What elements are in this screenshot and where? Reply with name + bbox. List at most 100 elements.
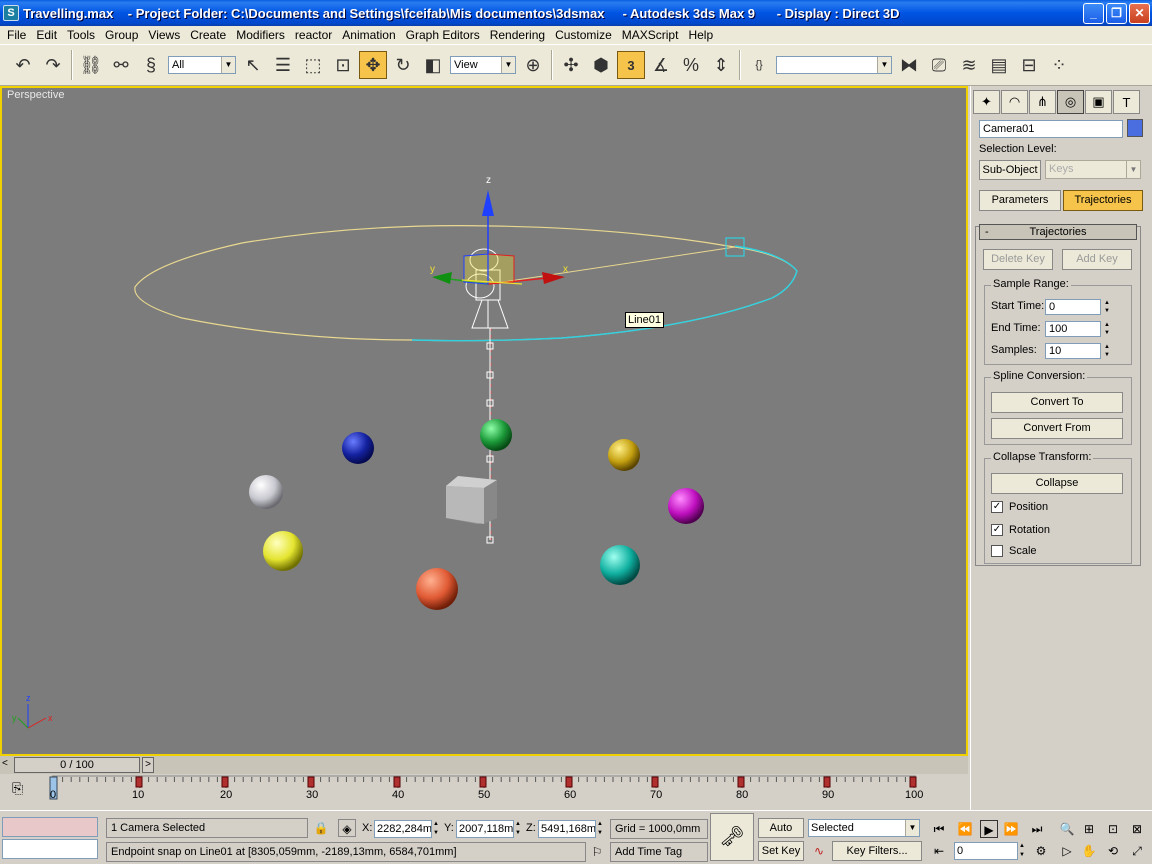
reference-coord-combo[interactable]: View ▼ [450, 56, 516, 74]
x-coord-field[interactable]: 2282,284mm [374, 820, 432, 838]
end-time-spinner-icon[interactable]: ▲ ▼ [1102, 321, 1112, 337]
unlink-icon[interactable]: ⚯ [107, 51, 135, 79]
chevron-down-icon[interactable]: ▼ [1126, 161, 1140, 178]
redo-icon[interactable]: ↷ [39, 51, 67, 79]
trajectories-button[interactable]: Trajectories [1063, 190, 1143, 211]
perspective-viewport[interactable]: Perspective z x y z x y Line01 [0, 86, 968, 756]
menu-create[interactable]: Create [185, 26, 231, 44]
z-spinner-icon[interactable]: ▲ ▼ [596, 820, 604, 838]
select-by-name-icon[interactable]: ☰ [269, 51, 297, 79]
trajectories-rollout-header[interactable]: - Trajectories [979, 224, 1137, 240]
edit-named-selection-icon[interactable]: {} [745, 51, 773, 79]
arc-rotate-icon[interactable]: ⟲ [1104, 842, 1122, 860]
go-to-start-icon[interactable]: ⏮ [930, 820, 948, 838]
y-spinner-icon[interactable]: ▲ ▼ [514, 820, 522, 838]
maxscript-listener-mini[interactable] [2, 817, 98, 837]
samples-spinner-icon[interactable]: ▲ ▼ [1102, 343, 1112, 359]
track-bar[interactable]: ⎘ 0 10 20 30 40 50 60 70 80 90 100 [0, 774, 968, 806]
snap-toggle-icon[interactable]: 3 [617, 51, 645, 79]
selection-filter-combo[interactable]: All ▼ [168, 56, 236, 74]
key-filters-button[interactable]: Key Filters... [832, 841, 922, 861]
pivot-point-icon[interactable]: ⊕ [519, 51, 547, 79]
x-spinner-icon[interactable]: ▲ ▼ [432, 820, 440, 838]
add-time-tag-button[interactable]: Add Time Tag [610, 842, 708, 862]
set-key-icon[interactable]: 🗝 [710, 813, 754, 861]
menu-file[interactable]: File [2, 26, 31, 44]
time-tag-icon[interactable]: ⚐ [588, 843, 606, 861]
time-slider-next[interactable]: > [142, 757, 154, 773]
schematic-view-icon[interactable]: ⊟ [1015, 51, 1043, 79]
undo-icon[interactable]: ↶ [9, 51, 37, 79]
absolute-mode-icon[interactable]: ◈ [338, 819, 356, 837]
keyboard-shortcut-override-icon[interactable]: ⬢ [587, 51, 615, 79]
key-mode-combo[interactable]: Selected ▼ [808, 819, 920, 837]
chevron-down-icon[interactable]: ▼ [221, 57, 235, 73]
align-icon[interactable]: ⎚ [925, 51, 953, 79]
delete-key-button[interactable]: Delete Key [983, 249, 1053, 270]
maxscript-input-mini[interactable] [2, 839, 98, 859]
scale-checkbox[interactable] [991, 545, 1003, 557]
time-configuration-icon[interactable]: ⚙ [1032, 842, 1050, 860]
samples-field[interactable]: 10 [1045, 343, 1101, 359]
named-selection-combo[interactable]: ▼ [776, 56, 892, 74]
zoom-extents-all-icon[interactable]: ⊠ [1128, 820, 1146, 838]
start-time-field[interactable]: 0 [1045, 299, 1101, 315]
chevron-down-icon[interactable]: ▼ [877, 57, 891, 73]
menu-animation[interactable]: Animation [337, 26, 400, 44]
convert-from-button[interactable]: Convert From [991, 418, 1123, 439]
spinner-snap-icon[interactable]: ⇕ [707, 51, 735, 79]
collapse-button[interactable]: Collapse [991, 473, 1123, 494]
sub-object-button[interactable]: Sub-Object [979, 160, 1041, 180]
menu-customize[interactable]: Customize [550, 26, 617, 44]
set-key-button[interactable]: Set Key [758, 841, 804, 861]
menu-tools[interactable]: Tools [62, 26, 100, 44]
position-checkbox-row[interactable]: ✓ Position [991, 501, 1048, 513]
frame-spinner-icon[interactable]: ▲ ▼ [1018, 842, 1026, 860]
utilities-tab-icon[interactable]: T [1113, 90, 1140, 114]
layer-manager-icon[interactable]: ≋ [955, 51, 983, 79]
y-coord-field[interactable]: 2007,118mm [456, 820, 514, 838]
parameters-button[interactable]: Parameters [979, 190, 1061, 211]
pan-view-icon[interactable]: ✋ [1080, 842, 1098, 860]
sub-object-level-combo[interactable]: Keys ▼ [1045, 160, 1141, 179]
time-slider-thumb[interactable]: 0 / 100 [14, 757, 140, 773]
manipulate-icon[interactable]: ✣ [557, 51, 585, 79]
current-frame-field[interactable]: 0 [954, 842, 1018, 860]
object-name-field[interactable]: Camera01 [979, 120, 1123, 138]
select-object-icon[interactable]: ↖ [239, 51, 267, 79]
angle-snap-icon[interactable]: ∡ [647, 51, 675, 79]
close-button[interactable]: ✕ [1129, 3, 1150, 24]
time-slider-prev[interactable]: < [2, 758, 14, 772]
menu-group[interactable]: Group [100, 26, 143, 44]
convert-to-button[interactable]: Convert To [991, 392, 1123, 413]
z-coord-field[interactable]: 5491,168mm [538, 820, 596, 838]
rotation-checkbox-row[interactable]: ✓ Rotation [991, 524, 1050, 536]
select-and-move-icon[interactable]: ✥ [359, 51, 387, 79]
material-editor-icon[interactable]: ⁘ [1045, 51, 1073, 79]
next-frame-icon[interactable]: ⏩ [1002, 820, 1020, 838]
zoom-all-icon[interactable]: ⊞ [1080, 820, 1098, 838]
play-icon[interactable]: ▶ [980, 820, 998, 838]
menu-maxscript[interactable]: MAXScript [617, 26, 684, 44]
select-and-rotate-icon[interactable]: ↻ [389, 51, 417, 79]
rollout-collapse-icon[interactable]: - [985, 225, 989, 239]
percent-snap-icon[interactable]: % [677, 51, 705, 79]
menu-help[interactable]: Help [683, 26, 718, 44]
app-icon[interactable]: S [3, 5, 19, 21]
track-ruler[interactable]: 0 10 20 30 40 50 60 70 80 90 100 [0, 774, 968, 806]
object-color-swatch[interactable] [1127, 119, 1143, 137]
modify-tab-icon[interactable]: ◠ [1001, 90, 1028, 114]
menu-graph-editors[interactable]: Graph Editors [401, 26, 485, 44]
menu-edit[interactable]: Edit [31, 26, 62, 44]
chevron-down-icon[interactable]: ▼ [501, 57, 515, 73]
select-and-link-icon[interactable]: ⛓ [77, 51, 105, 79]
display-tab-icon[interactable]: ▣ [1085, 90, 1112, 114]
curve-editor-icon[interactable]: ▤ [985, 51, 1013, 79]
menu-views[interactable]: Views [143, 26, 185, 44]
rotation-checkbox[interactable]: ✓ [991, 524, 1003, 536]
maximize-button[interactable]: ❐ [1106, 3, 1127, 24]
menu-rendering[interactable]: Rendering [485, 26, 550, 44]
menu-reactor[interactable]: reactor [290, 26, 337, 44]
add-key-button[interactable]: Add Key [1062, 249, 1132, 270]
bind-space-warp-icon[interactable]: § [137, 51, 165, 79]
